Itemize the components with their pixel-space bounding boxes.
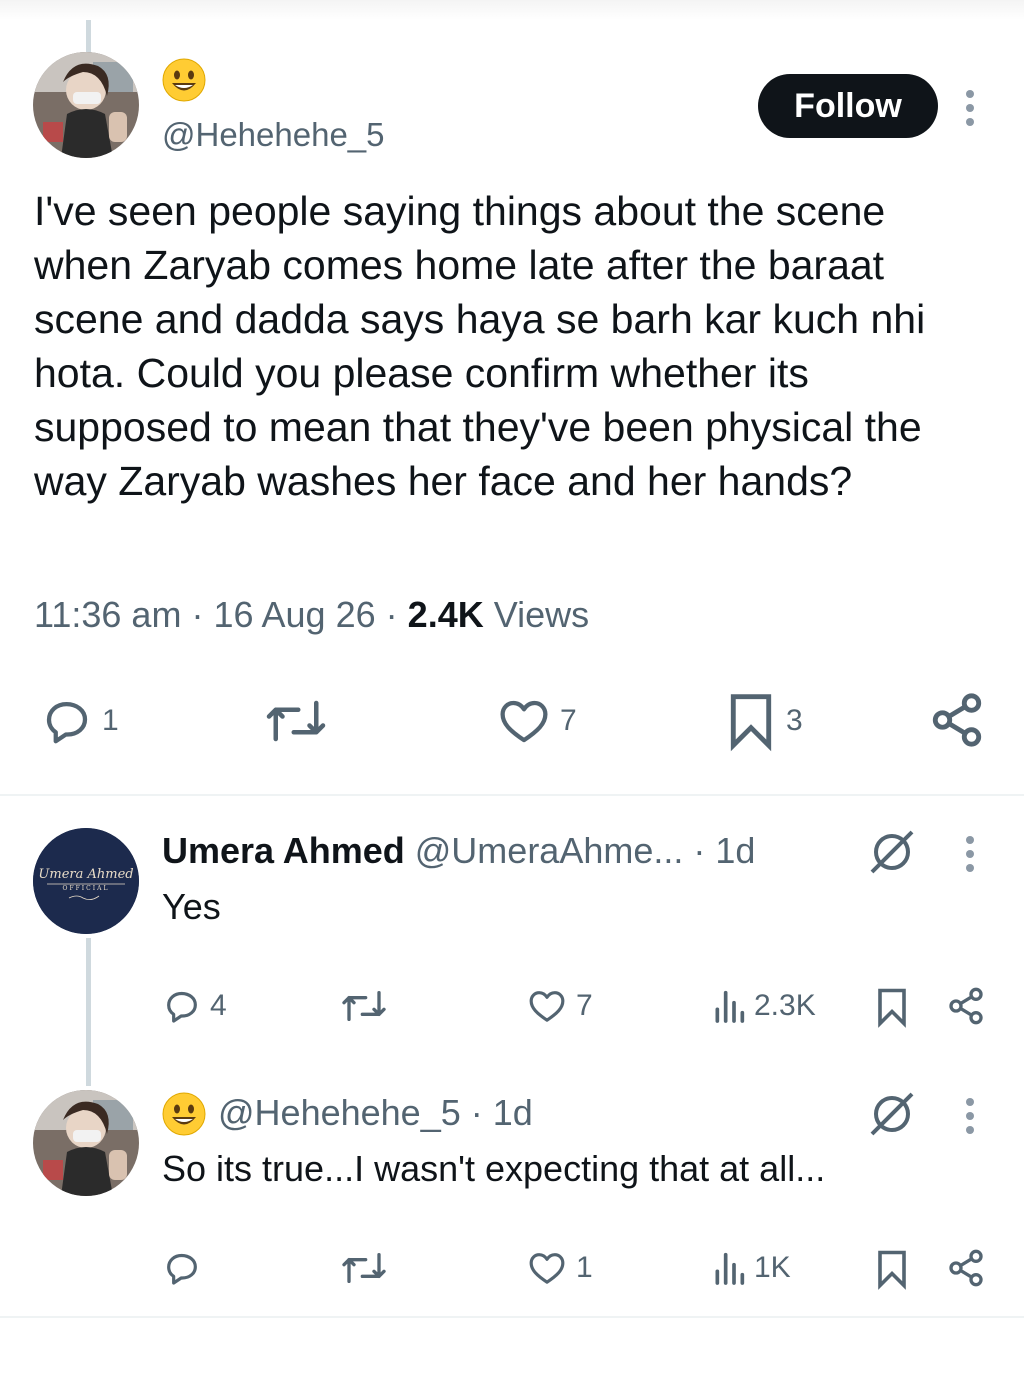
views-count[interactable]: 2.4K (408, 594, 484, 635)
bookmark-icon (730, 694, 772, 752)
bookmark-icon (878, 988, 906, 1028)
reply-action[interactable]: 1 (40, 694, 119, 748)
like-action[interactable]: 7 (526, 986, 593, 1026)
more-icon[interactable] (964, 90, 976, 132)
like-count: 7 (560, 704, 577, 737)
share-action[interactable] (946, 986, 986, 1026)
reply-text: Yes (162, 886, 221, 927)
share-icon (949, 987, 983, 1025)
like-count: 7 (576, 989, 593, 1022)
reply-icon (167, 1253, 197, 1285)
reply-icon (46, 701, 88, 744)
umera-logo-sub: OFFICIAL (63, 885, 110, 892)
meta-separator: · (191, 594, 204, 635)
views-count: 2.3K (754, 989, 816, 1022)
reply-action[interactable] (162, 1248, 210, 1288)
like-icon (500, 700, 548, 743)
post-text: I've seen people saying things about the… (34, 188, 926, 504)
bookmark-count: 3 (786, 704, 803, 737)
retweet-icon (266, 700, 326, 742)
like-count: 1 (576, 1251, 593, 1284)
divider (0, 1316, 1024, 1318)
thread-line-top (86, 20, 91, 54)
bookmark-action[interactable]: 3 (724, 690, 803, 752)
reply-emoji-icon (162, 1092, 206, 1136)
post-date[interactable]: 16 Aug 26 (213, 594, 375, 635)
post-meta: 11:36 am · 16 Aug 26 · 2.4K Views (34, 594, 589, 636)
bookmark-action[interactable] (874, 986, 910, 1028)
more-icon[interactable] (964, 1098, 976, 1140)
divider (0, 794, 1024, 796)
author-emoji-icon (162, 58, 206, 102)
reply-author-name[interactable]: Umera Ahmed (162, 830, 405, 871)
reply-header: Umera Ahmed @UmeraAhme... · 1d (162, 830, 755, 872)
views-count: 1K (754, 1251, 791, 1284)
reply-author-handle[interactable]: @Hehehehe_5 (218, 1092, 461, 1133)
retweet-action[interactable] (264, 694, 328, 748)
meta-separator: · (385, 594, 398, 635)
reply-time[interactable]: · 1d (693, 830, 755, 871)
follow-button[interactable]: Follow (758, 74, 938, 138)
views-icon (715, 990, 745, 1023)
more-icon[interactable] (964, 836, 976, 878)
like-icon (529, 1253, 565, 1284)
reply-header: @Hehehehe_5 · 1d (218, 1092, 533, 1134)
views-action[interactable]: 1K (712, 1248, 791, 1288)
reply-time[interactable]: · 1d (471, 1092, 533, 1133)
like-action[interactable]: 1 (526, 1248, 593, 1288)
reply-action[interactable]: 4 (162, 986, 227, 1026)
reply-count: 4 (210, 989, 227, 1022)
reply-author-handle[interactable]: @UmeraAhme... (415, 830, 684, 871)
retweet-action[interactable] (340, 1248, 388, 1288)
share-action[interactable] (928, 690, 986, 750)
reply-text: So its true...I wasn't expecting that at… (162, 1148, 826, 1189)
share-icon (932, 693, 982, 747)
bookmark-icon (878, 1250, 906, 1290)
views-icon (715, 1252, 745, 1285)
author-avatar[interactable] (33, 52, 139, 158)
reply-avatar-author[interactable] (33, 1090, 139, 1196)
share-icon (949, 1249, 983, 1287)
retweet-action[interactable] (340, 986, 388, 1026)
grok-icon[interactable] (866, 1090, 918, 1143)
post-time: 11:36 am (34, 594, 182, 635)
share-action[interactable] (946, 1248, 986, 1288)
retweet-icon (342, 991, 386, 1021)
like-action[interactable]: 7 (496, 694, 577, 748)
top-fade (0, 0, 1024, 20)
umera-logo-text: Umera Ahmed (38, 867, 133, 882)
reply-icon (167, 991, 197, 1023)
like-icon (529, 991, 565, 1022)
retweet-icon (342, 1253, 386, 1283)
reply-avatar-umera[interactable]: Umera Ahmed OFFICIAL (33, 828, 139, 934)
bookmark-action[interactable] (874, 1248, 910, 1290)
grok-icon[interactable] (866, 828, 918, 881)
reply-count: 1 (102, 704, 119, 737)
views-action[interactable]: 2.3K (712, 986, 816, 1026)
thread-line-replies (86, 938, 91, 1086)
views-label: Views (493, 594, 590, 635)
author-handle[interactable]: @Hehehehe_5 (162, 116, 385, 154)
